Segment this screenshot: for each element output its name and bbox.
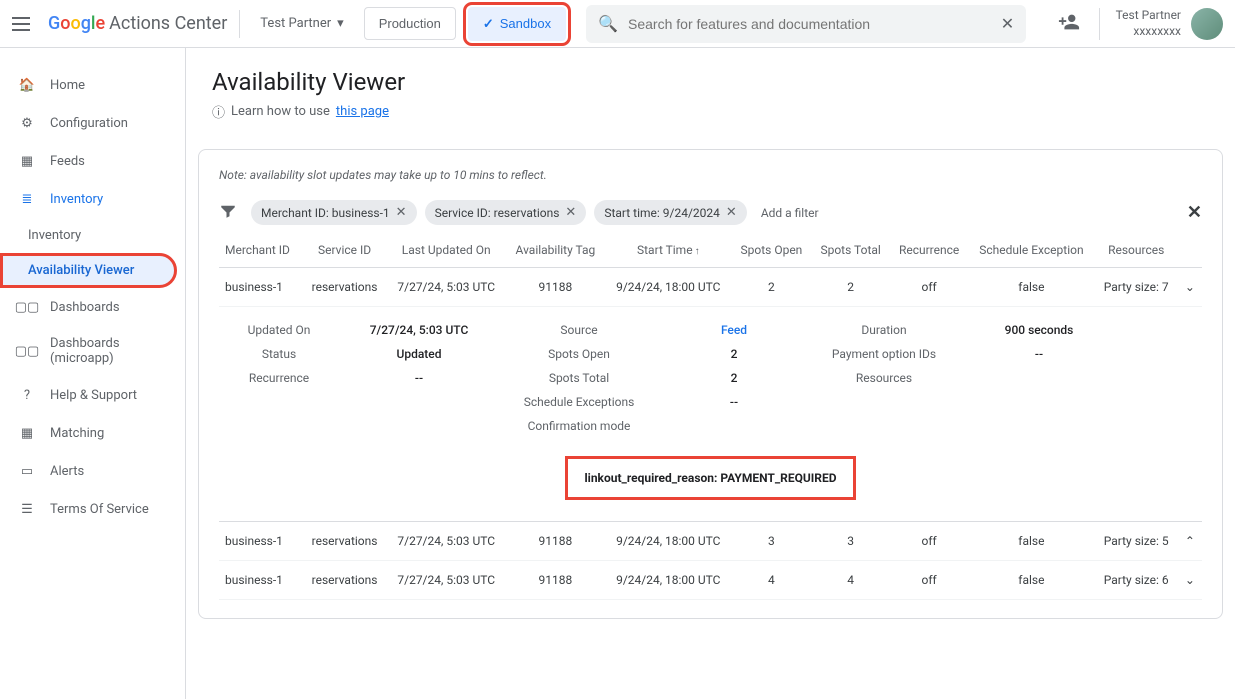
col-spots-open[interactable]: Spots Open bbox=[731, 233, 811, 268]
note: Note: availability slot updates may take… bbox=[219, 168, 1202, 182]
col-resources[interactable]: Resources bbox=[1094, 233, 1177, 268]
help-icon: ? bbox=[18, 386, 36, 404]
col-recurrence[interactable]: Recurrence bbox=[890, 233, 968, 268]
dashboard-icon: ▢▢ bbox=[18, 342, 36, 360]
help-row: ⓘ Learn how to use this page bbox=[212, 102, 1209, 121]
filter-chip-merchant[interactable]: Merchant ID: business-1✕ bbox=[251, 200, 417, 225]
source-link[interactable]: Feed bbox=[669, 323, 799, 337]
filter-row: Merchant ID: business-1✕ Service ID: res… bbox=[219, 200, 1202, 225]
user-name: Test Partner bbox=[1116, 8, 1181, 24]
sidebar-item-inventory[interactable]: ≣Inventory bbox=[0, 180, 185, 218]
sandbox-button[interactable]: Sandbox bbox=[468, 7, 566, 41]
table-row[interactable]: business-1 reservations 7/27/24, 5:03 UT… bbox=[219, 522, 1202, 561]
clear-icon[interactable]: ✕ bbox=[1001, 14, 1014, 33]
user-block[interactable]: Test Partner xxxxxxxx bbox=[1099, 8, 1223, 40]
chevron-down-icon[interactable]: ⌄ bbox=[1178, 561, 1202, 600]
sidebar-item-home[interactable]: 🏠Home bbox=[0, 66, 185, 104]
people-icon[interactable] bbox=[1058, 11, 1080, 37]
grid-icon: ▦ bbox=[18, 152, 36, 170]
sidebar-item-dashboards-micro[interactable]: ▢▢Dashboards (microapp) bbox=[0, 326, 185, 376]
col-merchant-id[interactable]: Merchant ID bbox=[219, 233, 302, 268]
app-header: Google Actions Center Test Partner ▾ Pro… bbox=[0, 0, 1235, 48]
sort-asc-icon: ↑ bbox=[695, 246, 700, 257]
chevron-down-icon[interactable]: ⌄ bbox=[1178, 268, 1202, 307]
close-filters-icon[interactable]: ✕ bbox=[1187, 202, 1202, 223]
home-icon: 🏠 bbox=[18, 76, 36, 94]
filter-icon[interactable] bbox=[219, 202, 237, 224]
tos-icon: ☰ bbox=[18, 500, 36, 518]
sidebar-item-dashboards[interactable]: ▢▢Dashboards bbox=[0, 288, 185, 326]
close-icon[interactable]: ✕ bbox=[396, 205, 407, 220]
help-link[interactable]: this page bbox=[336, 104, 389, 119]
main-content: Availability Viewer ⓘ Learn how to use t… bbox=[186, 48, 1235, 699]
check-icon bbox=[483, 16, 494, 32]
col-availability-tag[interactable]: Availability Tag bbox=[506, 233, 606, 268]
add-filter[interactable]: Add a filter bbox=[761, 206, 819, 220]
search-box[interactable]: 🔍 ✕ bbox=[586, 5, 1026, 43]
col-schedule-exception[interactable]: Schedule Exception bbox=[968, 233, 1094, 268]
filter-chip-service[interactable]: Service ID: reservations✕ bbox=[425, 200, 587, 225]
dashboard-icon: ▢▢ bbox=[18, 298, 36, 316]
row-details: Updated On 7/27/24, 5:03 UTC Source Feed… bbox=[219, 307, 1202, 522]
table-row[interactable]: business-1 reservations 7/27/24, 5:03 UT… bbox=[219, 268, 1202, 307]
sidebar-item-feeds[interactable]: ▦Feeds bbox=[0, 142, 185, 180]
logo: Google Actions Center bbox=[48, 13, 227, 34]
sidebar-item-help[interactable]: ?Help & Support bbox=[0, 376, 185, 414]
list-icon: ≣ bbox=[18, 190, 36, 208]
availability-table: Merchant ID Service ID Last Updated On A… bbox=[219, 233, 1202, 600]
col-last-updated[interactable]: Last Updated On bbox=[387, 233, 506, 268]
linkout-reason: linkout_required_reason: PAYMENT_REQUIRE… bbox=[568, 459, 852, 497]
table-row[interactable]: business-1 reservations 7/27/24, 5:03 UT… bbox=[219, 561, 1202, 600]
sidebar-item-configuration[interactable]: ⚙Configuration bbox=[0, 104, 185, 142]
search-icon: 🔍 bbox=[598, 14, 618, 33]
hamburger-icon[interactable] bbox=[12, 12, 36, 36]
sidebar-item-alerts[interactable]: ▭Alerts bbox=[0, 452, 185, 490]
close-icon[interactable]: ✕ bbox=[565, 205, 576, 220]
avatar[interactable] bbox=[1191, 8, 1223, 40]
gear-icon: ⚙ bbox=[18, 114, 36, 132]
sidebar-item-matching[interactable]: ▦Matching bbox=[0, 414, 185, 452]
info-icon: ⓘ bbox=[212, 102, 225, 121]
user-sub: xxxxxxxx bbox=[1116, 24, 1181, 40]
divider bbox=[239, 10, 240, 38]
col-start-time[interactable]: Start Time↑ bbox=[605, 233, 731, 268]
sidebar-item-inventory-sub[interactable]: Inventory bbox=[0, 218, 185, 253]
content-card: Note: availability slot updates may take… bbox=[198, 149, 1223, 619]
chevron-up-icon[interactable]: ⌃ bbox=[1178, 522, 1202, 561]
alert-icon: ▭ bbox=[18, 462, 36, 480]
match-icon: ▦ bbox=[18, 424, 36, 442]
col-spots-total[interactable]: Spots Total bbox=[811, 233, 889, 268]
production-button[interactable]: Production bbox=[364, 7, 456, 40]
page-title: Availability Viewer bbox=[212, 68, 1209, 96]
product-name: Actions Center bbox=[109, 13, 227, 34]
partner-dropdown[interactable]: Test Partner ▾ bbox=[252, 16, 351, 31]
sidebar-item-availability-viewer[interactable]: Availability Viewer bbox=[0, 253, 177, 288]
search-input[interactable] bbox=[628, 16, 991, 32]
close-icon[interactable]: ✕ bbox=[726, 205, 737, 220]
col-service-id[interactable]: Service ID bbox=[302, 233, 386, 268]
filter-chip-start[interactable]: Start time: 9/24/2024✕ bbox=[594, 200, 746, 225]
caret-down-icon: ▾ bbox=[337, 16, 344, 31]
sidebar-item-tos[interactable]: ☰Terms Of Service bbox=[0, 490, 185, 528]
sidebar: 🏠Home ⚙Configuration ▦Feeds ≣Inventory I… bbox=[0, 48, 186, 699]
